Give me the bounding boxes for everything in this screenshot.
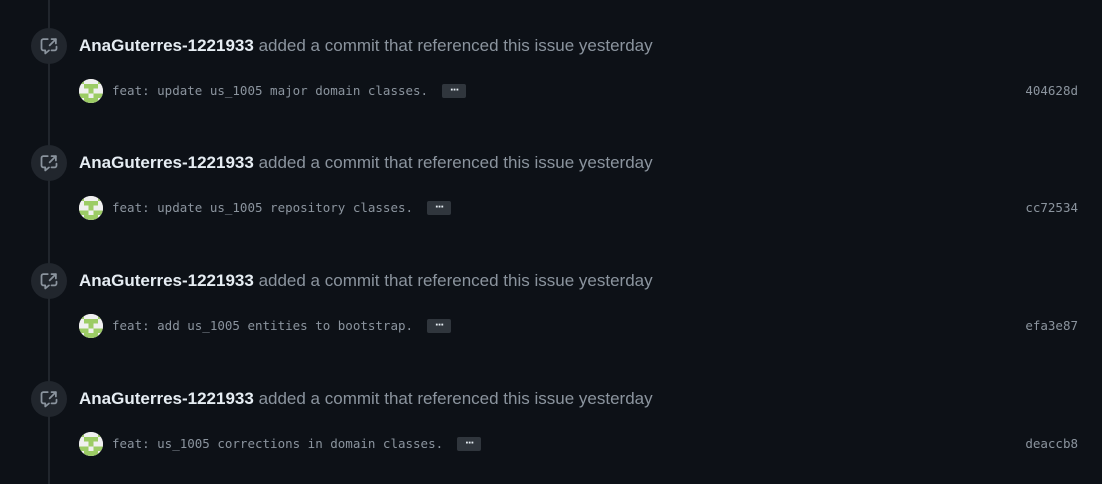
event-header: AnaGuterres-1221933 added a commit that … bbox=[79, 34, 653, 58]
cross-reference-icon bbox=[31, 381, 67, 417]
commit-sha-link[interactable]: deaccb8 bbox=[1025, 434, 1078, 454]
author-link[interactable]: AnaGuterres-1221933 bbox=[79, 36, 254, 55]
commit-sha-link[interactable]: efa3e87 bbox=[1025, 316, 1078, 336]
event-action: added a commit that referenced this issu… bbox=[258, 389, 575, 408]
commit-row: feat: update us_1005 major domain classe… bbox=[79, 78, 1078, 104]
author-link[interactable]: AnaGuterres-1221933 bbox=[79, 153, 254, 172]
expand-commit-button[interactable]: ··· bbox=[457, 437, 482, 451]
event-header: AnaGuterres-1221933 added a commit that … bbox=[79, 269, 653, 293]
commit-message-link[interactable]: feat: update us_1005 repository classes. bbox=[112, 198, 413, 218]
cross-reference-icon bbox=[31, 263, 67, 299]
commit-row: feat: update us_1005 repository classes.… bbox=[79, 195, 1078, 221]
expand-commit-button[interactable]: ··· bbox=[427, 319, 452, 333]
commit-message-link[interactable]: feat: us_1005 corrections in domain clas… bbox=[112, 434, 443, 454]
cross-reference-icon bbox=[31, 28, 67, 64]
event-timestamp-link[interactable]: yesterday bbox=[579, 271, 653, 290]
avatar[interactable] bbox=[79, 196, 103, 220]
commit-row: feat: add us_1005 entities to bootstrap.… bbox=[79, 313, 1078, 339]
event-timestamp-link[interactable]: yesterday bbox=[579, 389, 653, 408]
commit-sha-link[interactable]: cc72534 bbox=[1025, 198, 1078, 218]
commit-message-link[interactable]: feat: update us_1005 major domain classe… bbox=[112, 81, 428, 101]
commit-message-link[interactable]: feat: add us_1005 entities to bootstrap. bbox=[112, 316, 413, 336]
event-action: added a commit that referenced this issu… bbox=[258, 271, 575, 290]
timeline-event: AnaGuterres-1221933 added a commit that … bbox=[0, 135, 1102, 253]
event-action: added a commit that referenced this issu… bbox=[258, 153, 575, 172]
cross-reference-icon bbox=[31, 145, 67, 181]
avatar[interactable] bbox=[79, 314, 103, 338]
avatar[interactable] bbox=[79, 79, 103, 103]
expand-commit-button[interactable]: ··· bbox=[427, 201, 452, 215]
timeline-event: AnaGuterres-1221933 added a commit that … bbox=[0, 371, 1102, 484]
author-link[interactable]: AnaGuterres-1221933 bbox=[79, 271, 254, 290]
commit-sha-link[interactable]: 404628d bbox=[1025, 81, 1078, 101]
event-header: AnaGuterres-1221933 added a commit that … bbox=[79, 151, 653, 175]
avatar[interactable] bbox=[79, 432, 103, 456]
issue-timeline: AnaGuterres-1221933 added a commit that … bbox=[0, 0, 1102, 484]
commit-row: feat: us_1005 corrections in domain clas… bbox=[79, 431, 1078, 457]
expand-commit-button[interactable]: ··· bbox=[442, 84, 467, 98]
event-timestamp-link[interactable]: yesterday bbox=[579, 36, 653, 55]
event-timestamp-link[interactable]: yesterday bbox=[579, 153, 653, 172]
author-link[interactable]: AnaGuterres-1221933 bbox=[79, 389, 254, 408]
event-action: added a commit that referenced this issu… bbox=[258, 36, 575, 55]
timeline-event: AnaGuterres-1221933 added a commit that … bbox=[0, 18, 1102, 136]
event-header: AnaGuterres-1221933 added a commit that … bbox=[79, 387, 653, 411]
timeline-event: AnaGuterres-1221933 added a commit that … bbox=[0, 253, 1102, 371]
